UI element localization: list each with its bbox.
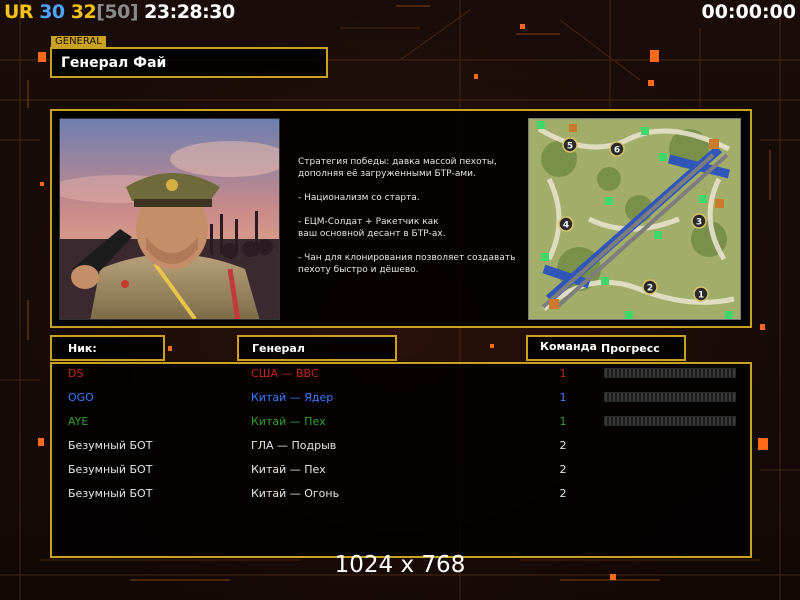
player-general: Китай — Пех — [251, 415, 326, 428]
map-start-3: 3 — [696, 218, 702, 228]
general-portrait-image — [60, 119, 279, 319]
column-header-progress-label: Прогресс — [601, 342, 660, 355]
player-team: 2 — [559, 463, 567, 476]
player-nick: OGO — [68, 391, 94, 404]
map-start-1: 1 — [698, 291, 704, 301]
map-start-6: 6 — [614, 146, 620, 156]
column-header-general-label: Генерал — [252, 342, 305, 355]
player-team: 1 — [559, 367, 567, 380]
game-timer: 00:00:00 — [701, 1, 796, 23]
map-preview[interactable]: 1 2 3 4 5 6 — [528, 118, 741, 320]
resolution-label: 1024 x 768 — [334, 552, 466, 578]
column-header-nick-label: Ник: — [68, 342, 97, 355]
player-general: Китай — Огонь — [251, 487, 340, 500]
player-nick: Безумный БОТ — [68, 463, 153, 476]
system-clock: 23:28:30 — [144, 1, 235, 23]
general-description: Стратегия победы: давка массой пехоты, д… — [298, 157, 516, 275]
player-team: 2 — [559, 439, 567, 452]
map-preview-image: 1 2 3 4 5 6 — [529, 119, 740, 319]
map-start-5: 5 — [567, 142, 573, 152]
fps-value-b: 32 — [70, 1, 97, 23]
map-start-4: 4 — [563, 221, 569, 231]
column-header-team-progress: Команда Прогресс — [526, 335, 686, 361]
player-row[interactable]: Безумный БОТ ГЛА — Подрыв 2 — [52, 436, 752, 456]
player-nick: AYE — [68, 415, 89, 428]
general-portrait — [59, 118, 280, 320]
player-general: Китай — Ядер — [251, 391, 334, 404]
fps-cap: [50] — [96, 1, 139, 23]
player-nick: DS — [68, 367, 84, 380]
player-nick: Безумный БОТ — [68, 439, 153, 452]
column-header-general: Генерал — [237, 335, 397, 361]
player-row[interactable]: AYE Китай — Пех 1 — [52, 412, 752, 432]
player-row[interactable]: Безумный БОТ Китай — Пех 2 — [52, 460, 752, 480]
hud-bar: UR 30 32[50] 23:28:30 00:00:00 — [0, 0, 800, 26]
player-row[interactable]: OGO Китай — Ядер 1 — [52, 388, 752, 408]
player-general: Китай — Пех — [251, 463, 326, 476]
player-general: ГЛА — Подрыв — [251, 439, 337, 452]
player-row[interactable]: Безумный БОТ Китай — Огонь 2 — [52, 484, 752, 504]
player-progress-bar — [604, 392, 736, 402]
player-row[interactable]: DS США — ВВС 1 — [52, 364, 752, 384]
map-start-2: 2 — [647, 284, 653, 294]
fps-counter: UR 30 32[50] 23:28:30 — [4, 1, 235, 23]
player-progress-bar — [604, 368, 736, 378]
player-nick: Безумный БОТ — [68, 487, 153, 500]
general-title-box: Генерал Фай — [50, 47, 328, 78]
column-header-team-label: Команда — [540, 340, 597, 353]
general-name: Генерал Фай — [61, 55, 167, 71]
player-team: 2 — [559, 487, 567, 500]
player-team: 1 — [559, 391, 567, 404]
player-progress-bar — [604, 416, 736, 426]
fps-value-a: 30 — [39, 1, 65, 23]
player-general: США — ВВС — [251, 367, 319, 380]
player-team: 1 — [559, 415, 567, 428]
column-header-nick: Ник: — [50, 335, 165, 361]
fps-prefix: UR — [4, 1, 34, 23]
player-list: DS США — ВВС 1 OGO Китай — Ядер 1 AYE Ки… — [50, 362, 752, 558]
